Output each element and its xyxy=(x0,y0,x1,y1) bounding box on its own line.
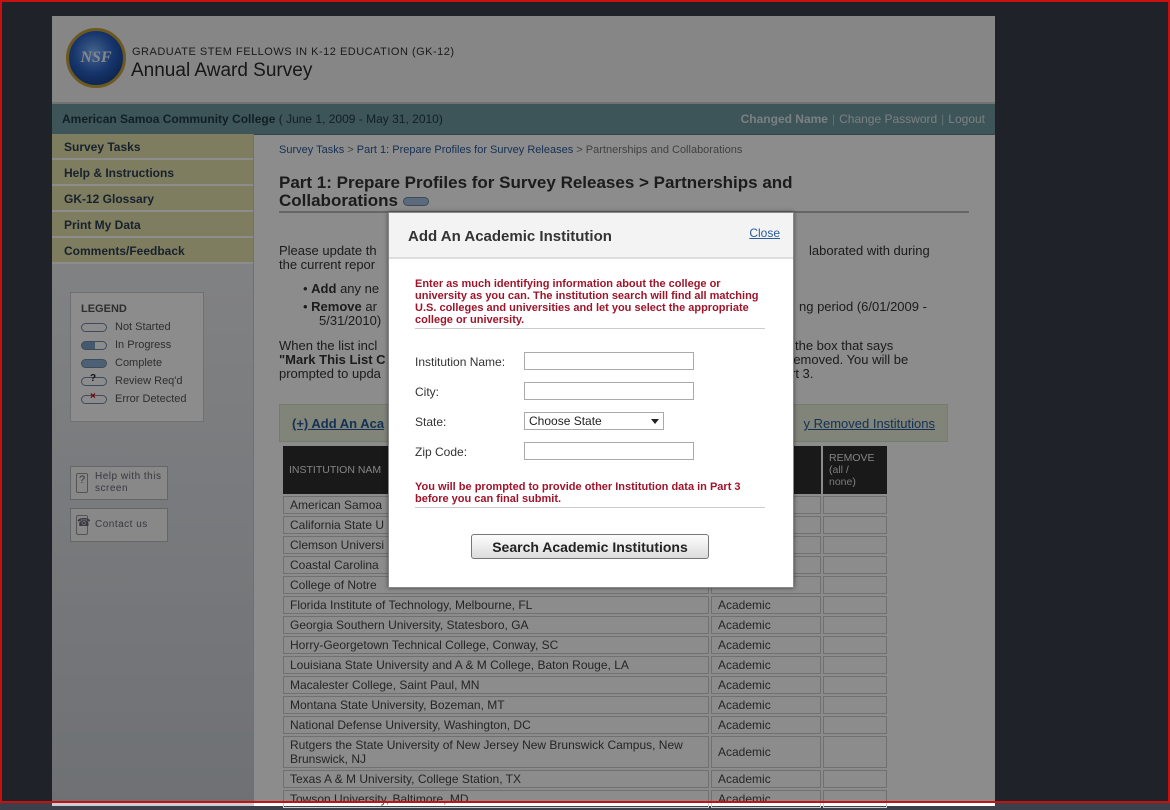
zip-code-label: Zip Code: xyxy=(415,445,468,459)
add-institution-dialog: Add An Academic Institution Close Enter … xyxy=(388,212,794,588)
state-selected-value: Choose State xyxy=(529,414,602,428)
institution-name-label: Institution Name: xyxy=(415,355,506,369)
dialog-footnote: You will be prompted to provide other In… xyxy=(415,481,741,505)
chevron-down-icon xyxy=(651,419,659,424)
dialog-header: Add An Academic Institution Close xyxy=(389,213,793,259)
close-button[interactable]: Close xyxy=(749,226,780,240)
institution-name-input[interactable] xyxy=(524,352,694,370)
state-label: State: xyxy=(415,415,447,429)
divider xyxy=(415,507,765,508)
search-institutions-button[interactable]: Search Academic Institutions xyxy=(471,534,709,559)
city-label: City: xyxy=(415,385,439,399)
state-select[interactable]: Choose State xyxy=(524,412,664,430)
city-input[interactable] xyxy=(524,382,694,400)
zip-code-input[interactable] xyxy=(524,442,694,460)
dialog-title: Add An Academic Institution xyxy=(408,228,612,245)
divider xyxy=(415,328,765,329)
dialog-intro: Enter as much identifying information ab… xyxy=(415,278,759,326)
